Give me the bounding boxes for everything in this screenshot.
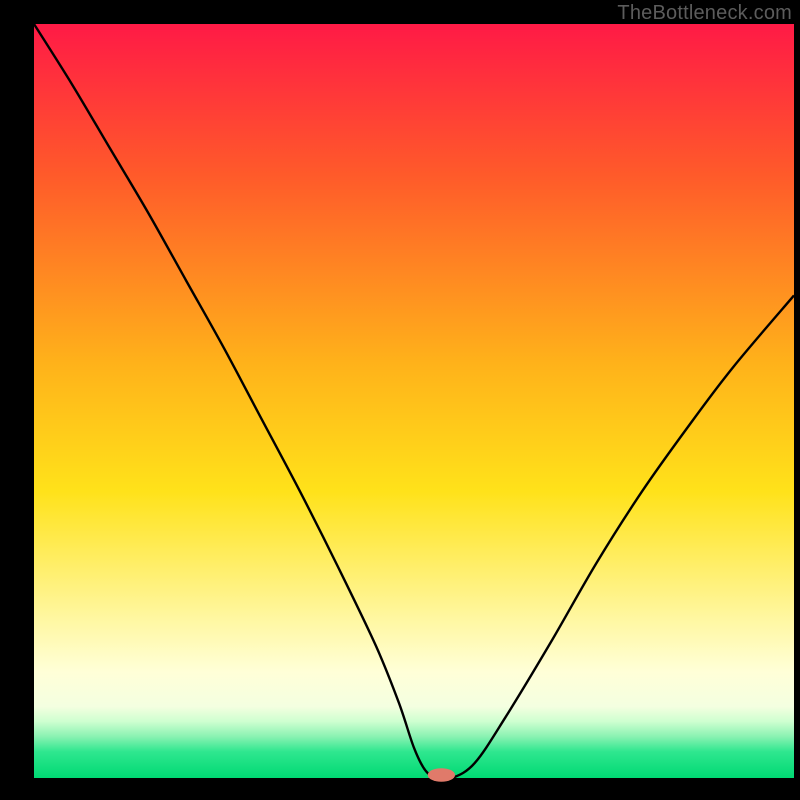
bottleneck-marker bbox=[428, 768, 455, 782]
gradient-background bbox=[34, 24, 794, 778]
chart-frame: TheBottleneck.com bbox=[0, 0, 800, 800]
watermark-text: TheBottleneck.com bbox=[617, 2, 792, 25]
bottleneck-chart bbox=[0, 0, 800, 800]
